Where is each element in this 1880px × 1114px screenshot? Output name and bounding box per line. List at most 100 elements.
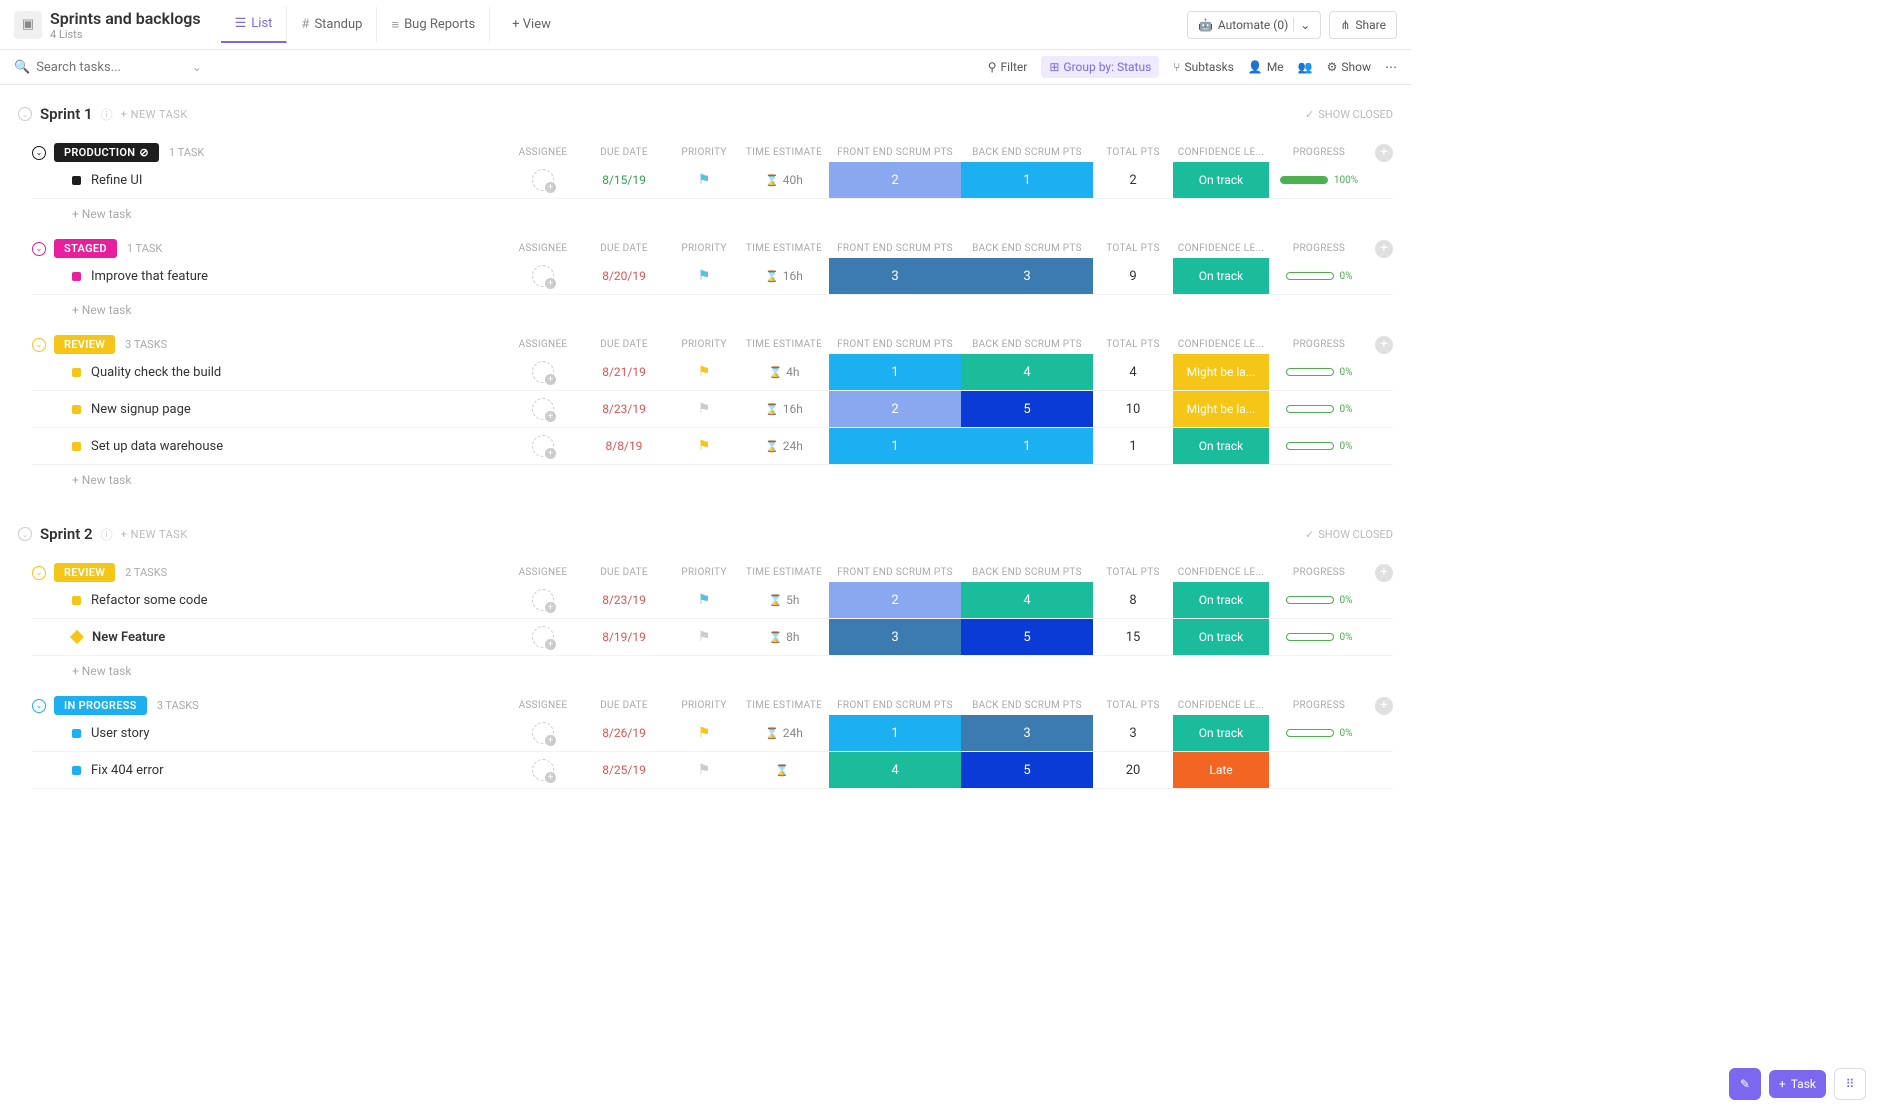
info-icon[interactable]: ⓘ [101, 526, 113, 543]
group-collapse-icon[interactable]: ⌄ [32, 699, 46, 713]
show-closed-button[interactable]: ✓SHOW CLOSED [1305, 528, 1393, 541]
priority-flag-icon[interactable]: ⚑ [698, 762, 711, 778]
front-end-pts[interactable]: 2 [829, 582, 961, 618]
new-task-link[interactable]: + NEW TASK [121, 108, 188, 121]
priority-flag-icon[interactable]: ⚑ [698, 629, 711, 645]
time-estimate[interactable]: 40h [783, 173, 803, 187]
progress-cell[interactable]: 0% [1269, 404, 1369, 415]
tab-bug-reports[interactable]: ≡Bug Reports [377, 7, 490, 43]
front-end-pts[interactable]: 1 [829, 715, 961, 751]
confidence-level[interactable]: On track [1173, 258, 1269, 294]
time-estimate[interactable]: 4h [786, 365, 799, 379]
priority-flag-icon[interactable]: ⚑ [698, 268, 711, 284]
group-collapse-icon[interactable]: ⌄ [32, 146, 46, 160]
status-pill[interactable]: PRODUCTION ⊘ [54, 143, 159, 162]
back-end-pts[interactable]: 4 [961, 582, 1093, 618]
priority-flag-icon[interactable]: ⚑ [698, 438, 711, 454]
time-estimate[interactable]: 16h [783, 402, 803, 416]
share-button[interactable]: ⋔ Share [1329, 11, 1397, 39]
due-date[interactable]: 8/8/19 [606, 439, 643, 453]
progress-cell[interactable]: 0% [1269, 595, 1369, 606]
priority-flag-icon[interactable]: ⚑ [698, 401, 711, 417]
front-end-pts[interactable]: 3 [829, 619, 961, 655]
status-pill[interactable]: STAGED [54, 239, 117, 258]
new-task-row[interactable]: + New task [32, 656, 1393, 686]
notepad-fab[interactable]: ✎ [1729, 1068, 1761, 1100]
group-collapse-icon[interactable]: ⌄ [32, 338, 46, 352]
assignee-add-button[interactable] [532, 626, 554, 648]
subtasks-button[interactable]: ⑂Subtasks [1173, 60, 1234, 74]
task-row[interactable]: New Feature 8/19/19 ⚑ ⌛8h 3 5 15 On trac… [32, 619, 1393, 656]
time-estimate[interactable]: 16h [783, 269, 803, 283]
assignee-add-button[interactable] [532, 169, 554, 191]
chevron-down-icon[interactable]: ⌄ [192, 61, 201, 74]
new-task-fab[interactable]: +Task [1769, 1070, 1826, 1098]
back-end-pts[interactable]: 1 [961, 162, 1093, 198]
assignee-add-button[interactable] [532, 722, 554, 744]
due-date[interactable]: 8/23/19 [602, 593, 646, 607]
status-pill[interactable]: REVIEW [54, 563, 115, 582]
tab-standup[interactable]: #Standup [287, 7, 377, 42]
apps-fab[interactable]: ⠿ [1834, 1068, 1866, 1100]
task-row[interactable]: Fix 404 error 8/25/19 ⚑ ⌛ 4 5 20 Late [32, 752, 1393, 789]
priority-flag-icon[interactable]: ⚑ [698, 364, 711, 380]
add-column-button[interactable]: + [1375, 697, 1393, 715]
progress-cell[interactable]: 0% [1269, 632, 1369, 643]
search-input[interactable] [36, 60, 176, 75]
time-estimate[interactable]: 24h [783, 726, 803, 740]
more-button[interactable]: ⋯ [1385, 60, 1397, 74]
time-estimate[interactable]: 5h [786, 593, 799, 607]
due-date[interactable]: 8/25/19 [602, 763, 646, 777]
due-date[interactable]: 8/19/19 [602, 630, 646, 644]
tab-list[interactable]: ☰List [221, 6, 288, 43]
progress-cell[interactable]: 100% [1269, 175, 1369, 186]
back-end-pts[interactable]: 3 [961, 715, 1093, 751]
due-date[interactable]: 8/15/19 [602, 173, 646, 187]
back-end-pts[interactable]: 5 [961, 619, 1093, 655]
back-end-pts[interactable]: 3 [961, 258, 1093, 294]
due-date[interactable]: 8/26/19 [602, 726, 646, 740]
info-icon[interactable]: ⓘ [101, 106, 113, 123]
back-end-pts[interactable]: 5 [961, 752, 1093, 788]
assignee-add-button[interactable] [532, 435, 554, 457]
new-task-row[interactable]: + New task [32, 295, 1393, 325]
progress-cell[interactable]: 0% [1269, 271, 1369, 282]
progress-cell[interactable]: 0% [1269, 367, 1369, 378]
front-end-pts[interactable]: 3 [829, 258, 961, 294]
priority-flag-icon[interactable]: ⚑ [698, 172, 711, 188]
confidence-level[interactable]: On track [1173, 715, 1269, 751]
front-end-pts[interactable]: 1 [829, 428, 961, 464]
confidence-level[interactable]: On track [1173, 162, 1269, 198]
show-closed-button[interactable]: ✓SHOW CLOSED [1305, 108, 1393, 121]
task-row[interactable]: Refactor some code 8/23/19 ⚑ ⌛5h 2 4 8 O… [32, 582, 1393, 619]
task-row[interactable]: Set up data warehouse 8/8/19 ⚑ ⌛24h 1 1 … [32, 428, 1393, 465]
confidence-level[interactable]: Might be la... [1173, 354, 1269, 390]
due-date[interactable]: 8/21/19 [602, 365, 646, 379]
front-end-pts[interactable]: 2 [829, 162, 961, 198]
front-end-pts[interactable]: 4 [829, 752, 961, 788]
task-row[interactable]: Quality check the build 8/21/19 ⚑ ⌛4h 1 … [32, 354, 1393, 391]
time-estimate[interactable]: 8h [786, 630, 799, 644]
priority-flag-icon[interactable]: ⚑ [698, 592, 711, 608]
back-end-pts[interactable]: 4 [961, 354, 1093, 390]
status-pill[interactable]: REVIEW [54, 335, 115, 354]
show-button[interactable]: ⚙Show [1327, 60, 1371, 74]
assignee-add-button[interactable] [532, 759, 554, 781]
filter-button[interactable]: ⚲Filter [988, 60, 1028, 74]
assignee-add-button[interactable] [532, 361, 554, 383]
new-task-row[interactable]: + New task [32, 199, 1393, 229]
task-row[interactable]: Improve that feature 8/20/19 ⚑ ⌛16h 3 3 … [32, 258, 1393, 295]
priority-flag-icon[interactable]: ⚑ [698, 725, 711, 741]
assignees-button[interactable]: 👥 [1298, 60, 1313, 74]
front-end-pts[interactable]: 1 [829, 354, 961, 390]
task-row[interactable]: User story 8/26/19 ⚑ ⌛24h 1 3 3 On track… [32, 715, 1393, 752]
collapse-icon[interactable]: ⌄ [18, 527, 32, 541]
group-collapse-icon[interactable]: ⌄ [32, 566, 46, 580]
confidence-level[interactable]: Late [1173, 752, 1269, 788]
due-date[interactable]: 8/23/19 [602, 402, 646, 416]
task-row[interactable]: New signup page 8/23/19 ⚑ ⌛16h 2 5 10 Mi… [32, 391, 1393, 428]
back-end-pts[interactable]: 5 [961, 391, 1093, 427]
status-pill[interactable]: IN PROGRESS [54, 696, 147, 715]
due-date[interactable]: 8/20/19 [602, 269, 646, 283]
confidence-level[interactable]: On track [1173, 582, 1269, 618]
